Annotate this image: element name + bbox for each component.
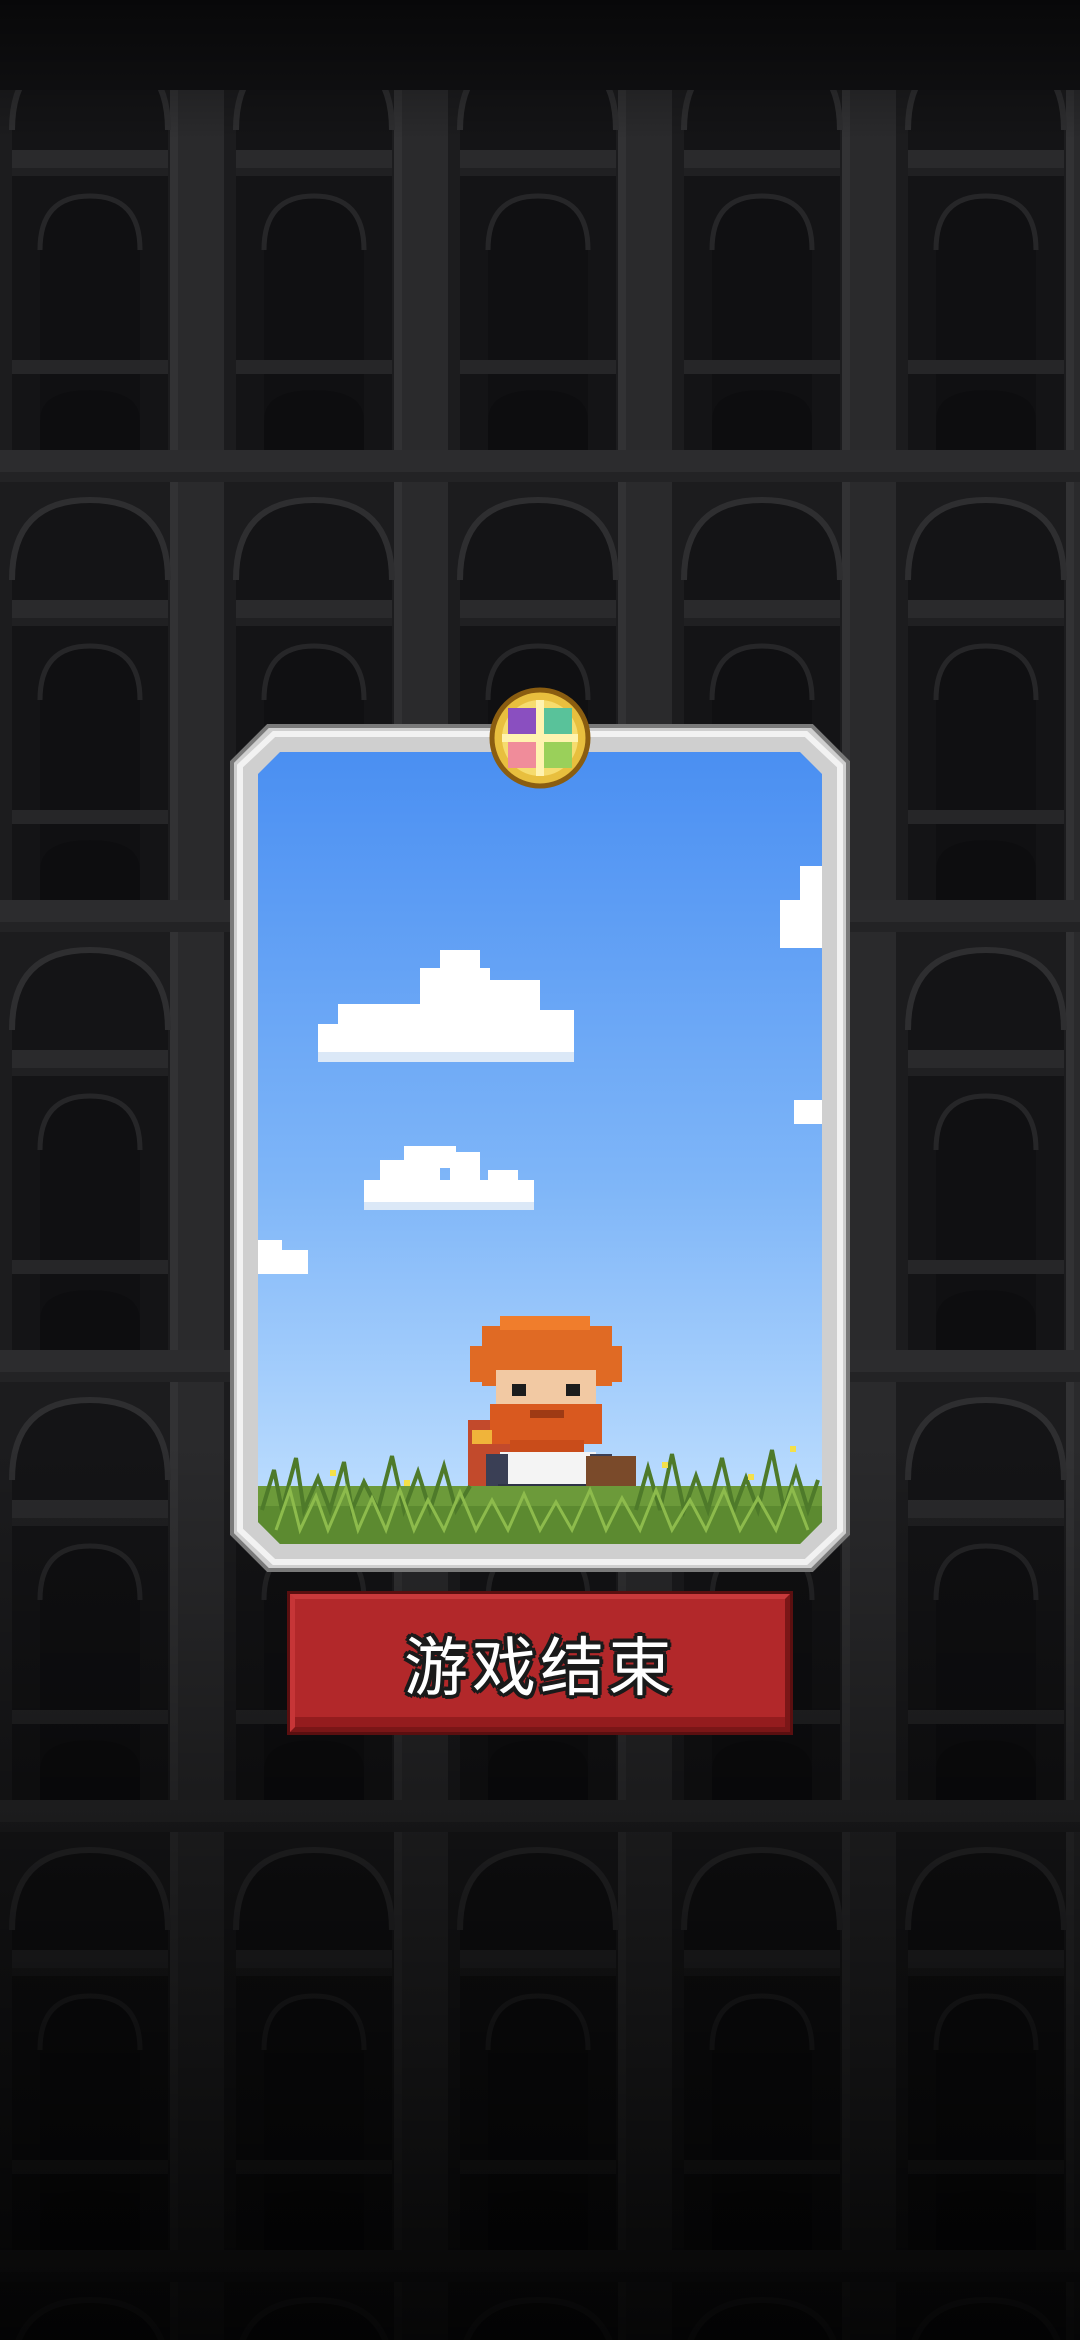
card-scene	[258, 752, 822, 1544]
game-over-button[interactable]: 游戏结束	[290, 1594, 790, 1732]
gold-medallion-icon	[489, 687, 591, 789]
game-screen: 游戏结束	[0, 0, 1080, 2340]
game-over-label: 游戏结束	[404, 1632, 676, 1706]
character-card	[230, 687, 850, 1572]
